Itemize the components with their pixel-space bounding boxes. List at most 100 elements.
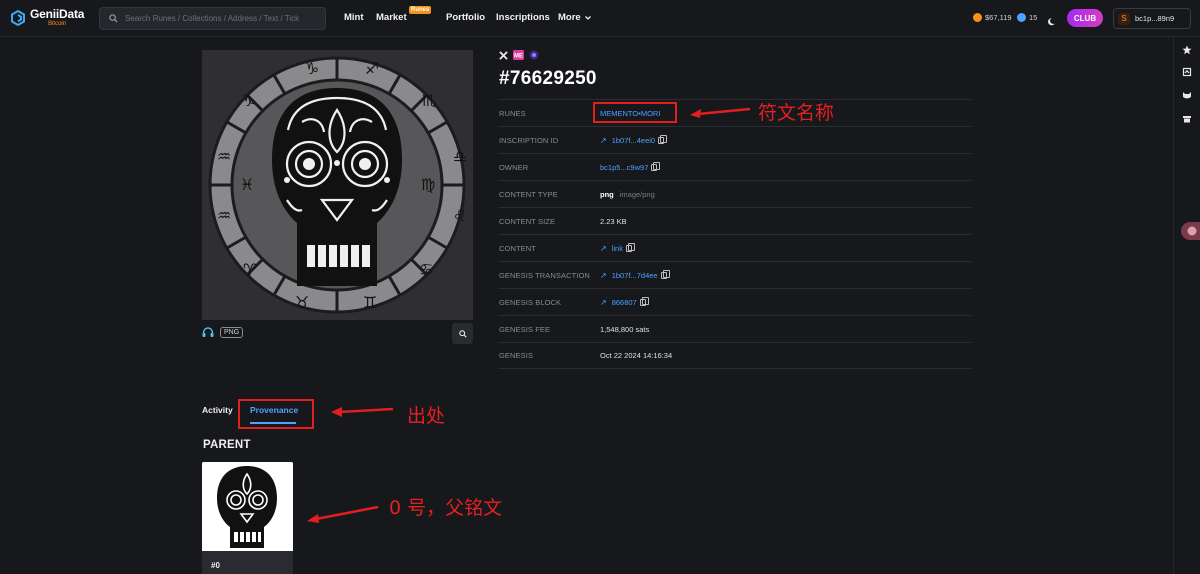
nav-portfolio[interactable]: Portfolio [446, 12, 485, 23]
external-link-icon: ↗ [600, 135, 607, 145]
feedback-bubble[interactable] [1181, 222, 1200, 240]
logo[interactable]: GeniiData Bitcoin [10, 8, 84, 27]
genesis-fee-value: 1,548,800 sats [600, 324, 650, 334]
detail-row-genesis: GENESIS Oct 22 2024 14:16:34 [499, 342, 971, 369]
nav-more-label: More [558, 12, 581, 23]
copy-icon[interactable] [658, 134, 668, 144]
copy-icon[interactable] [639, 296, 649, 306]
nav-mint[interactable]: Mint [344, 12, 364, 23]
gift-icon[interactable] [1182, 113, 1192, 123]
detail-row-content-type: CONTENT TYPE png image/png [499, 180, 971, 207]
nav-market[interactable]: Market [376, 12, 407, 23]
detail-label: INSCRIPTION ID [499, 135, 559, 145]
provenance-highlight-box [238, 399, 314, 429]
content-size-value: 2.23 KB [600, 216, 627, 226]
svg-text:♑: ♑ [305, 59, 319, 78]
search-bar[interactable] [99, 7, 326, 30]
btc-price-value: $67,119 [985, 13, 1012, 22]
svg-text:♈: ♈ [243, 260, 257, 279]
search-input[interactable] [125, 14, 315, 23]
logo-sub: Bitcoin [48, 21, 67, 27]
png-badge: PNG [220, 327, 244, 338]
chat-icon [1187, 226, 1197, 236]
svg-text:♒: ♒ [217, 206, 231, 225]
detail-label: RUNES [499, 108, 526, 118]
detail-label: GENESIS [499, 351, 534, 360]
headphones-icon[interactable] [202, 327, 214, 338]
detail-label: GENESIS BLOCK [499, 297, 562, 307]
inscription-title: #76629250 [499, 68, 597, 89]
genesis-tx-link[interactable]: 1b07f...7d4ee [612, 271, 658, 280]
x-marketplace-icon[interactable] [499, 50, 508, 60]
copy-icon[interactable] [660, 269, 670, 279]
annotation-arrow [690, 107, 751, 118]
parent-card[interactable]: #0 [202, 462, 293, 574]
svg-text:♓: ♓ [240, 175, 254, 194]
detail-row-content-size: CONTENT SIZE 2.23 KB [499, 207, 971, 234]
detail-label: GENESIS FEE [499, 324, 551, 334]
geniidata-logo-icon [10, 9, 26, 26]
chevron-down-icon [584, 15, 591, 20]
svg-text:♐: ♐ [365, 59, 379, 78]
cat-icon[interactable] [1182, 90, 1192, 100]
parent-image [202, 462, 293, 551]
theme-toggle[interactable] [1048, 13, 1057, 31]
provenance-annotation: 出处 [407, 405, 446, 427]
svg-text:♎: ♎ [453, 147, 467, 166]
wallet-button[interactable]: S bc1p...89n9 [1113, 8, 1191, 29]
okx-icon[interactable] [529, 50, 539, 60]
genesis-block-link[interactable]: 866807 [612, 298, 637, 307]
external-link-icon: ↗ [600, 270, 607, 280]
parent-skull-artwork [202, 462, 293, 551]
parent-annotation: 0 号，父铭文 [389, 497, 503, 519]
market-runes-badge: Runes [409, 6, 432, 14]
svg-text:♋: ♋ [419, 260, 433, 279]
skull-artwork: ♑ ♐ ♏ ♎ ♍ ♌ ♋ ♊ ♉ ♈ ♓ ♒ ♒ ♑ [202, 50, 473, 320]
expand-icon[interactable] [1182, 67, 1192, 77]
copy-icon[interactable] [625, 242, 635, 252]
runes-highlight-box [593, 102, 677, 123]
star-icon[interactable] [1182, 45, 1192, 55]
detail-row-owner: OWNER bc1p5...c9w97 [499, 153, 971, 180]
svg-text:♊: ♊ [363, 293, 377, 312]
btc-price: $67,119 [973, 13, 1012, 22]
detail-row-inscription-id: INSCRIPTION ID ↗ 1b07f...4eei0 [499, 126, 971, 153]
copy-icon[interactable] [651, 161, 661, 171]
owner-link[interactable]: bc1p5...c9w97 [600, 163, 648, 172]
fee-rate: 15 [1017, 13, 1037, 22]
search-icon [109, 14, 118, 23]
search-icon [458, 329, 467, 338]
svg-text:♏: ♏ [422, 91, 436, 110]
detail-label: OWNER [499, 162, 529, 172]
detail-row-genesis-transaction: GENESIS TRANSACTION ↗ 1b07f...7d4ee [499, 261, 971, 288]
nav-inscriptions[interactable]: Inscriptions [496, 12, 550, 23]
external-link-icon: ↗ [600, 297, 607, 307]
detail-row-genesis-fee: GENESIS FEE 1,548,800 sats [499, 315, 971, 342]
moon-icon [1048, 18, 1055, 26]
club-button[interactable]: CLUB [1067, 9, 1103, 27]
top-navbar: GeniiData Bitcoin Mint Market Runes Port… [0, 0, 1200, 37]
marketplace-icons: ME [499, 50, 539, 60]
zoom-button[interactable] [452, 323, 473, 344]
magic-eden-icon[interactable]: ME [513, 50, 524, 60]
content-link[interactable]: link [612, 244, 623, 253]
tab-activity[interactable]: Activity [202, 405, 233, 415]
wallet-avatar: S [1118, 12, 1130, 25]
right-rail [1173, 37, 1200, 574]
fee-rate-value: 15 [1029, 13, 1038, 22]
inscription-image[interactable]: ♑ ♐ ♏ ♎ ♍ ♌ ♋ ♊ ♉ ♈ ♓ ♒ ♒ ♑ [202, 50, 473, 320]
bitcoin-icon [973, 13, 982, 22]
genesis-date-value: Oct 22 2024 14:16:34 [600, 351, 673, 360]
content-mime: image/png [619, 189, 655, 199]
svg-text:♌: ♌ [453, 206, 467, 225]
detail-label: CONTENT SIZE [499, 216, 556, 226]
external-link-icon: ↗ [600, 243, 607, 253]
parent-heading: PARENT [203, 439, 251, 451]
nav-more[interactable]: More [558, 12, 592, 23]
image-badges: PNG [202, 327, 244, 338]
gas-icon [1017, 13, 1026, 22]
inscription-id-link[interactable]: 1b07f...4eei0 [612, 136, 655, 145]
detail-row-genesis-block: GENESIS BLOCK ↗ 866807 [499, 288, 971, 315]
svg-text:♍: ♍ [421, 175, 435, 194]
svg-text:♒: ♒ [217, 147, 231, 166]
